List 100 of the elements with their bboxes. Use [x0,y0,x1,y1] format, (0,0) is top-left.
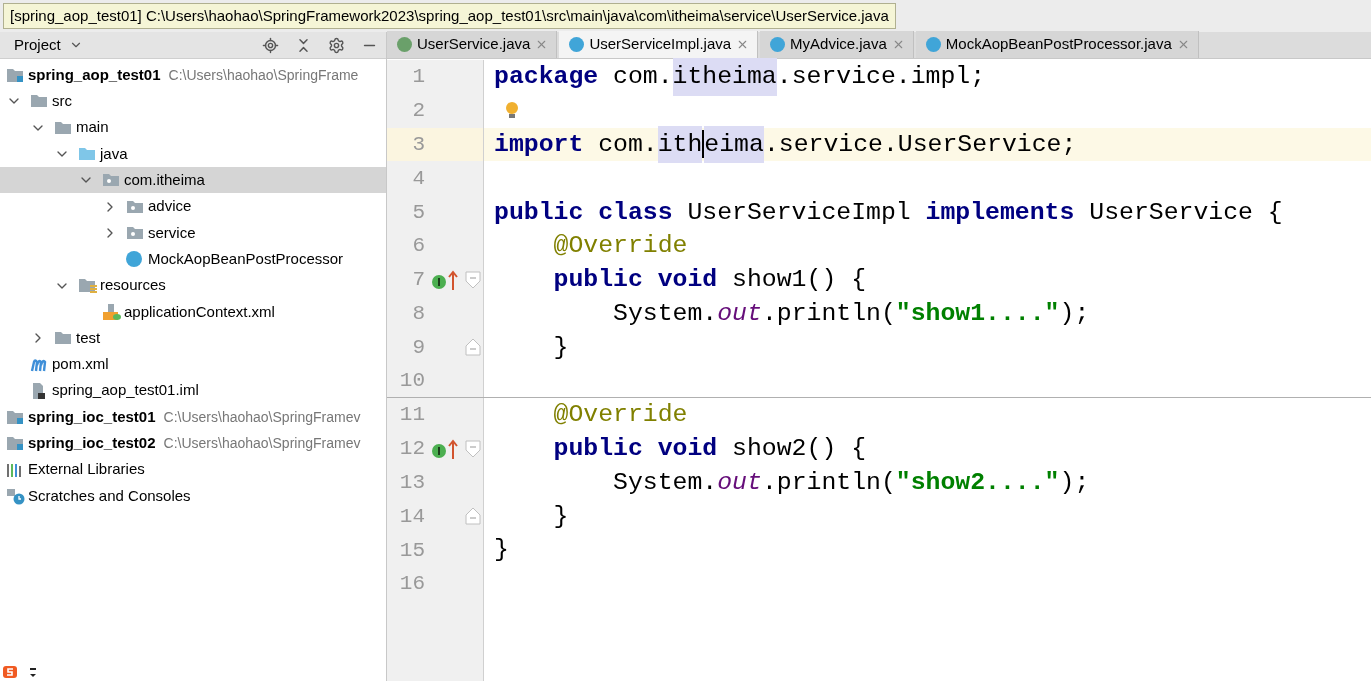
tree-item-label: spring_aop_test01 [28,64,161,85]
editor-tab[interactable]: MyAdvice.java [760,31,914,58]
line-number: 7 [411,269,425,291]
tree-item-label: External Libraries [28,459,145,480]
tree-item[interactable]: External Libraries [0,456,386,483]
tree-item-label: resources [100,275,166,296]
code-token: public void [552,433,718,465]
locate-icon[interactable] [262,36,279,54]
implements-marker-icon[interactable] [431,268,461,291]
input-method-icon[interactable] [2,665,18,679]
lightbulb-icon[interactable] [504,100,520,121]
code-token: .service.impl; [776,61,986,93]
package-folder-icon [126,199,144,214]
file-icon [30,381,46,400]
tree-item[interactable]: main [0,114,386,141]
code-token: show1() { [731,264,867,296]
tree-item-label: test [76,327,101,348]
code-token: ); [1059,297,1090,329]
code-token: } [494,534,509,566]
tree-item-label: main [76,117,109,138]
code-token: .println( [761,297,896,329]
fold-marker-icon[interactable] [465,270,481,289]
tree-item-path: C:\Users\haohao\SpringFramev [163,433,361,453]
tree-item-path: C:\Users\haohao\SpringFrame [168,65,359,85]
tree-item[interactable]: resources [0,272,386,299]
maven-icon [30,356,48,373]
tree-item[interactable]: spring_ioc_test02 C:\Users\haohao\SpringFramev [0,430,386,457]
interface-icon [397,37,412,52]
tree-item[interactable]: service [0,219,386,247]
tree-item-label: MockAopBeanPostProcessor [148,248,344,269]
folder-icon [30,94,48,109]
tree-item-label: spring_ioc_test01 [28,406,156,427]
code-token: out [717,466,762,498]
tree-item[interactable]: pom.xml [0,351,386,378]
code-token: @Override [552,230,688,262]
code-token: import [494,128,584,160]
path-tooltip: [spring_aop_test01] C:\Users\haohao\SpringFramework2023\spring_aop_test01\src\main\java\com\itheima\service\UserService.java [3,3,896,29]
line-number: 3 [411,134,425,155]
folder-icon [54,120,72,135]
libraries-icon [6,461,24,478]
tree-item[interactable]: spring_aop_test01 C:\Users\haohao\SpringFrame [0,62,386,89]
code-token: ); [1059,466,1090,498]
tree-item[interactable]: advice [0,193,386,220]
tab-label: MyAdvice.java [790,34,887,55]
folder-icon [78,147,96,162]
code-token: implements [925,196,1075,228]
line-number: 1 [411,66,425,88]
line-number: 12 [398,438,425,460]
editor-tab[interactable]: UserServiceImpl.java [559,31,759,58]
code-token: System. [612,466,718,498]
tree-item[interactable]: com.itheima [0,167,386,194]
code-token: com. [597,128,658,160]
fold-marker-icon[interactable] [465,338,481,357]
menu-dots-icon[interactable] [30,667,36,677]
tree-item-label: pom.xml [52,354,109,375]
code-token: } [552,331,569,363]
code-token: .service.UserService; [763,128,1077,160]
editor-tab[interactable]: MockAopBeanPostProcessor.java [915,31,1199,58]
tree-item[interactable]: Scratches and Consoles [0,482,386,510]
code-token: com. [612,61,673,93]
class-icon [925,37,941,52]
tree-item[interactable]: java [0,140,386,168]
tree-item-path: C:\Users\haohao\SpringFramev [163,407,361,427]
tree-item[interactable]: spring_aop_test01.iml [0,377,386,404]
fold-marker-icon[interactable] [465,507,481,526]
code-token: "show1...." [895,297,1060,329]
line-number: 6 [411,235,425,257]
code-token: public void [552,264,718,296]
tree-item[interactable]: MockAopBeanPostProcessor [0,246,386,273]
tree-item[interactable]: spring_ioc_test01 C:\Users\haohao\SpringFramev [0,403,386,431]
resources-folder-icon [78,277,98,294]
package-folder-icon [102,173,120,188]
xml-file-icon [102,302,122,321]
folder-icon [54,331,72,346]
tab-label: UserServiceImpl.java [589,34,732,55]
line-number: 13 [398,471,425,493]
code-token: @Override [552,399,688,431]
tab-label: MockAopBeanPostProcessor.java [945,34,1172,55]
code-token: out [717,297,762,329]
implements-marker-icon[interactable] [431,437,461,460]
tree-item-label: src [52,91,72,112]
settings-icon[interactable] [328,36,345,54]
package-folder-icon [126,225,144,240]
line-number: 4 [411,167,425,189]
tree-item[interactable]: src [0,88,386,115]
tree-item-label: Scratches and Consoles [28,485,191,506]
tree-item[interactable]: applicationContext.xml [0,298,386,325]
text-cursor [702,130,705,159]
line-number: 15 [398,539,425,561]
panel-title[interactable]: Project [14,33,61,57]
tree-item-label: applicationContext.xml [124,301,275,322]
tree-item-label: spring_ioc_test02 [28,433,156,454]
tree-item[interactable]: test [0,324,386,352]
editor-tab[interactable]: UserService.java [387,31,558,58]
code-token: System. [612,297,718,329]
module-folder-icon [6,67,24,84]
line-number: 16 [398,573,425,595]
code-token: UserServiceImpl [686,196,912,228]
fold-marker-icon[interactable] [465,439,481,458]
line-number: 14 [398,505,425,527]
